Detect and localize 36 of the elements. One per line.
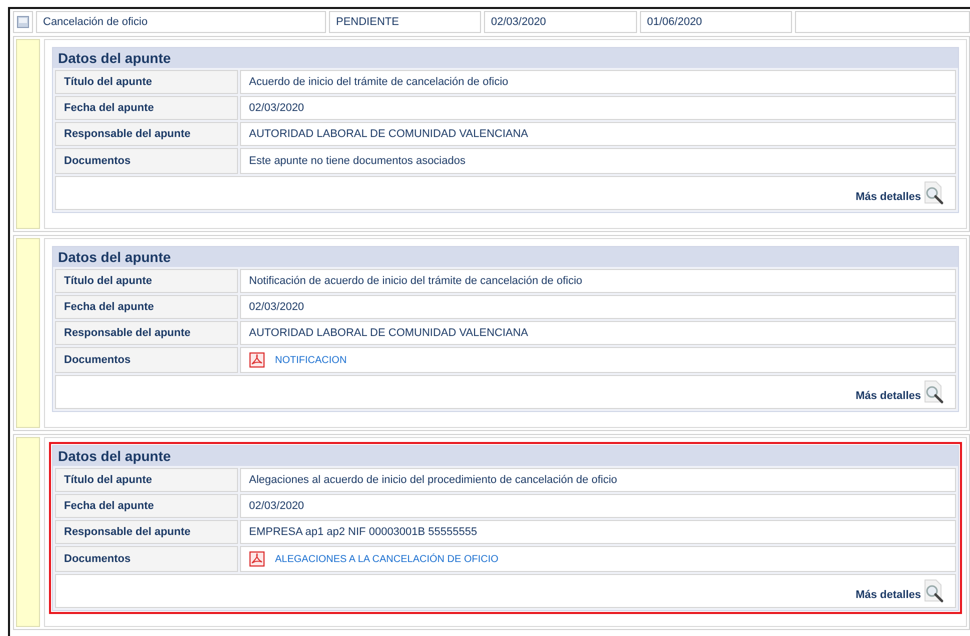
document-link[interactable]: NOTIFICACION: [275, 352, 347, 368]
field-label: Responsable del apunte: [55, 520, 238, 544]
field-value: 02/03/2020: [240, 295, 956, 319]
field-value: Este apunte no tiene documentos asociados: [240, 148, 956, 174]
field-value: Alegaciones al acuerdo de inicio del procedimiento de cancelación de oficio: [240, 468, 956, 492]
table-cell: 02/03/2020: [484, 11, 637, 33]
section-heading: Datos del apunte: [53, 446, 958, 466]
field-value: Notificación de acuerdo de inicio del trámite de cancelación de oficio: [240, 269, 956, 293]
field-label: Fecha del apunte: [55, 295, 238, 319]
section-heading: Datos del apunte: [53, 48, 958, 68]
field-label: Fecha del apunte: [55, 494, 238, 518]
field-value: 02/03/2020: [240, 494, 956, 518]
field-label: Título del apunte: [55, 269, 238, 293]
document-link[interactable]: ALEGACIONES A LA CANCELACIÓN DE OFICIO: [275, 552, 498, 566]
field-label: Responsable del apunte: [55, 122, 238, 146]
details-link[interactable]: Más detalles: [856, 586, 921, 603]
field-value: AUTORIDAD LABORAL DE COMUNIDAD VALENCIANA: [240, 122, 956, 146]
pdf-icon: [249, 352, 265, 368]
field-value: AUTORIDAD LABORAL DE COMUNIDAD VALENCIANA: [240, 321, 956, 345]
status-cell: PENDIENTE: [329, 11, 481, 33]
field-label: Título del apunte: [55, 468, 238, 492]
field-label: Fecha del apunte: [55, 96, 238, 120]
table-cell: 01/06/2020: [640, 11, 792, 33]
field-label: Documentos: [55, 148, 238, 174]
field-value: 02/03/2020: [240, 96, 956, 120]
details-link[interactable]: Más detalles: [856, 188, 921, 205]
details-link[interactable]: Más detalles: [856, 388, 921, 404]
field-label: Responsable del apunte: [55, 321, 238, 345]
field-value: Acuerdo de inicio del trámite de cancelación de oficio: [240, 70, 956, 94]
field-value: EMPRESA ap1 ap2 NIF 00003001B 55555555: [240, 520, 956, 544]
field-label: Documentos: [55, 347, 238, 373]
section-heading: Datos del apunte: [53, 247, 958, 267]
pdf-icon: [249, 551, 265, 567]
field-label: Documentos: [55, 546, 238, 572]
field-label: Título del apunte: [55, 70, 238, 94]
table-cell: Cancelación de oficio: [36, 11, 326, 33]
